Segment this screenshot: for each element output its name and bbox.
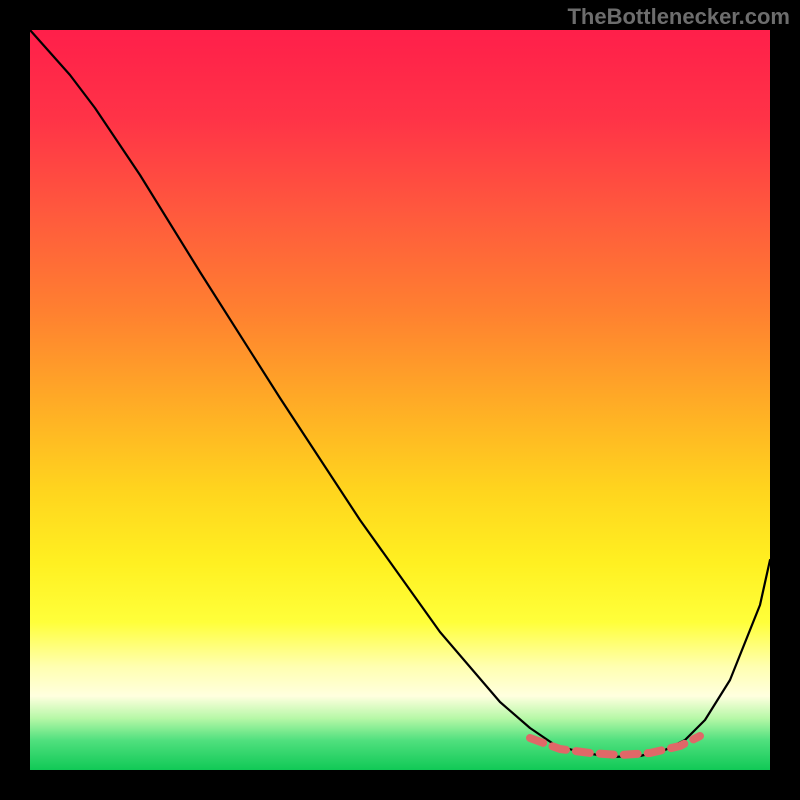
plot-background: [30, 30, 770, 770]
bottleneck-chart: TheBottlenecker.com: [0, 0, 800, 800]
watermark-text: TheBottlenecker.com: [567, 4, 790, 30]
chart-svg: [0, 0, 800, 800]
